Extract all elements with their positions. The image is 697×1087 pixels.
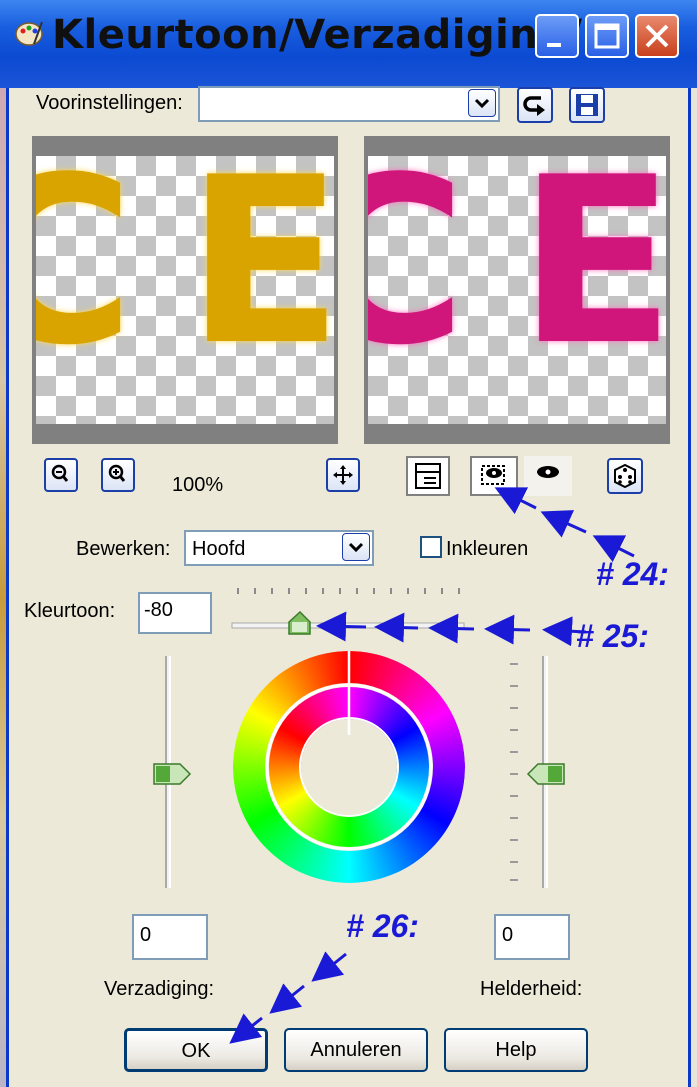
chevron-down-icon	[348, 542, 364, 553]
layout-toggle-button[interactable]	[406, 456, 450, 496]
zoom-out-button[interactable]	[44, 458, 78, 492]
hue-value: -80	[144, 599, 173, 621]
saturation-label: Verzadiging:	[104, 978, 215, 1000]
cancel-button[interactable]: Annuleren	[284, 1028, 428, 1072]
zoom-out-icon	[51, 464, 69, 482]
saturation-value: 0	[140, 924, 152, 946]
annotation-24: # 24:	[596, 556, 669, 592]
before-preview-letter-c: C	[36, 156, 135, 378]
zoom-in-icon	[108, 464, 126, 482]
save-preset-button[interactable]	[569, 87, 605, 123]
edit-channel-dropdown[interactable]: Hoofd	[184, 530, 374, 566]
auto-proof-button[interactable]	[470, 456, 518, 496]
lightness-label: Helderheid:	[480, 978, 583, 1000]
edit-label: Bewerken:	[76, 538, 171, 560]
annotation-25: # 25:	[576, 618, 649, 654]
lightness-slider-thumb[interactable]	[526, 762, 566, 786]
eye-icon	[537, 466, 559, 478]
layout-icon	[415, 463, 441, 489]
reset-arrow-icon	[523, 96, 545, 116]
dice-icon	[614, 463, 636, 489]
before-preview[interactable]: C E	[32, 136, 338, 444]
colorize-label: Inkleuren	[446, 538, 529, 560]
maximize-icon	[594, 23, 620, 49]
randomize-button[interactable]	[607, 458, 643, 494]
maximize-button[interactable]	[585, 14, 629, 58]
palette-icon	[14, 18, 44, 48]
lightness-value: 0	[502, 924, 514, 946]
lightness-input[interactable]: 0	[494, 914, 570, 960]
reset-presets-button[interactable]	[517, 87, 553, 123]
zoom-in-button[interactable]	[101, 458, 135, 492]
after-preview-letter-c: C	[368, 156, 467, 378]
presets-dropdown[interactable]	[198, 86, 500, 122]
presets-label: Voorinstellingen:	[36, 92, 183, 114]
close-button[interactable]	[635, 14, 679, 58]
saturation-input[interactable]: 0	[132, 914, 208, 960]
lightness-scale-ticks	[510, 663, 518, 881]
after-preview-letter-e: E	[518, 136, 670, 396]
proof-button[interactable]	[524, 456, 572, 496]
presets-dropdown-arrow[interactable]	[468, 89, 496, 117]
before-preview-letter-e: E	[186, 136, 338, 396]
edit-channel-value: Hoofd	[192, 538, 246, 560]
saturation-slider-thumb[interactable]	[152, 762, 192, 786]
proof-eye-icon	[481, 465, 505, 485]
hue-label: Kleurtoon:	[24, 600, 116, 622]
edit-channel-arrow[interactable]	[342, 533, 370, 561]
close-icon	[645, 24, 669, 48]
hue-slider-thumb[interactable]	[288, 610, 311, 635]
minimize-icon	[547, 43, 561, 47]
pan-button[interactable]	[326, 458, 360, 492]
floppy-disk-icon	[576, 94, 598, 116]
zoom-level: 100%	[172, 474, 224, 496]
chevron-down-icon	[474, 98, 490, 109]
hue-slider[interactable]	[228, 586, 468, 638]
hue-color-wheel[interactable]	[232, 650, 466, 884]
minimize-button[interactable]	[535, 14, 579, 58]
help-button[interactable]: Help	[444, 1028, 588, 1072]
move-icon	[333, 465, 353, 485]
colorize-checkbox[interactable]	[420, 536, 442, 558]
hue-input[interactable]: -80	[138, 592, 212, 634]
annotation-26: # 26:	[346, 908, 419, 944]
after-preview[interactable]: C E	[364, 136, 670, 444]
ok-button[interactable]: OK	[124, 1028, 268, 1072]
